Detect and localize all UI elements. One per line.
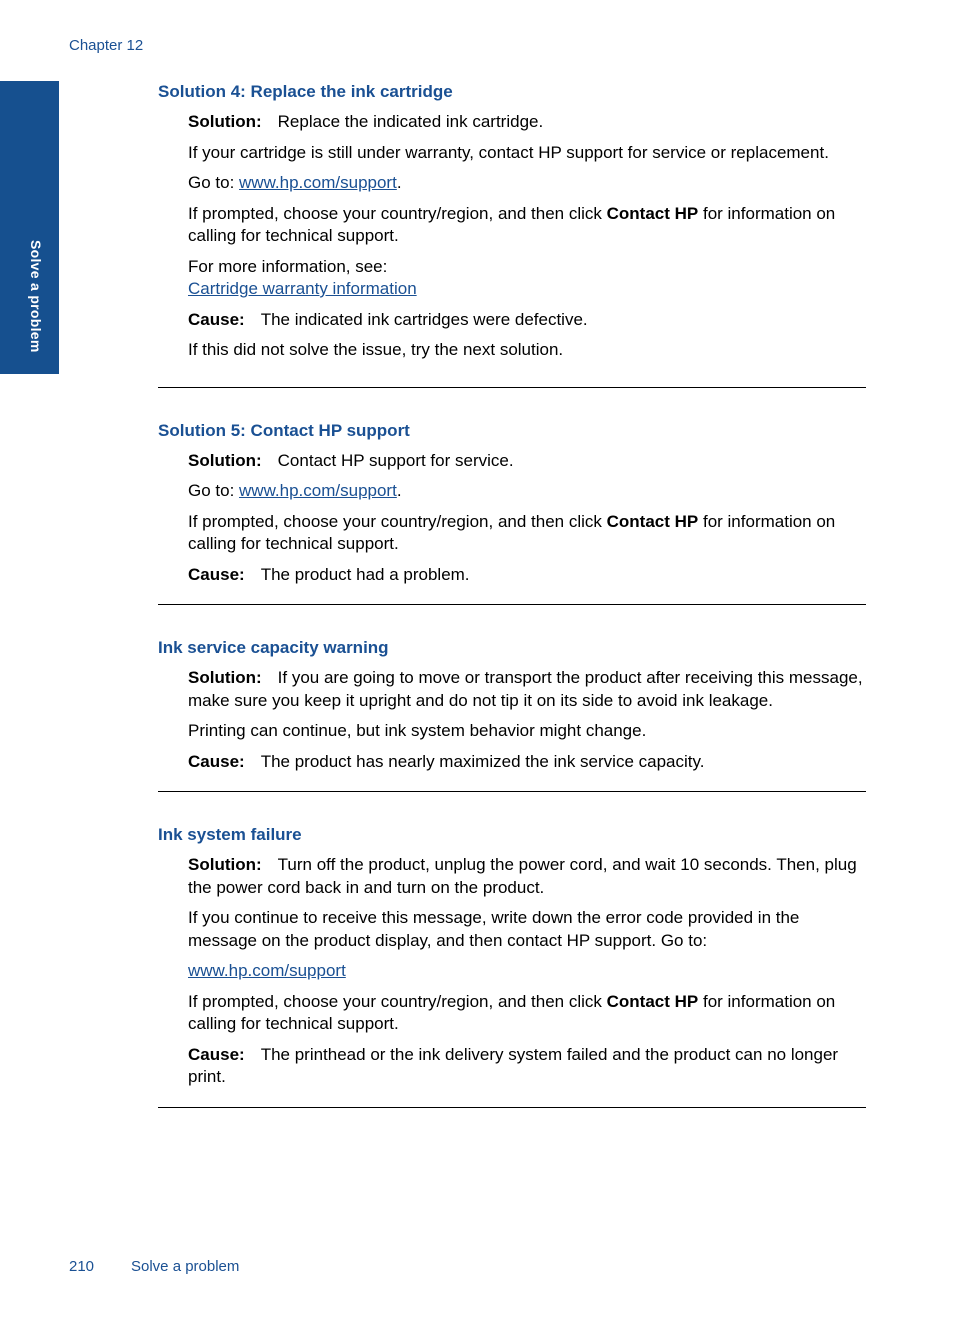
solution-paragraph: Solution: Replace the indicated ink cartr… — [188, 111, 866, 134]
contact-hp-bold: Contact HP — [606, 511, 699, 531]
prompt-prefix: If prompted, choose your country/region,… — [188, 511, 607, 531]
solution-paragraph: Solution: Turn off the product, unplug th… — [188, 854, 866, 899]
prompt-prefix: If prompted, choose your country/region,… — [188, 991, 607, 1011]
solution-label: Solution: — [188, 112, 262, 131]
divider — [158, 791, 866, 792]
cause-label: Cause: — [188, 564, 245, 584]
cause-paragraph: Cause: The product had a problem. — [188, 564, 866, 587]
cause-paragraph: Cause: The product has nearly maximized t… — [188, 751, 866, 774]
solution-label: Solution: — [188, 450, 262, 470]
contact-hp-bold: Contact HP — [606, 991, 699, 1011]
cause-paragraph: Cause: The indicated ink cartridges were … — [188, 309, 866, 332]
solution-label: Solution: — [188, 668, 262, 687]
page-number: 210 — [69, 1258, 95, 1275]
more-info-text: For more information, see: — [188, 256, 388, 276]
cause-text: The indicated ink cartridges were defect… — [260, 309, 588, 329]
cause-label: Cause: — [188, 309, 245, 329]
error-code-paragraph: If you continue to receive this message,… — [188, 908, 800, 950]
goto-paragraph: Go to: www.hp.com/support. — [188, 172, 866, 195]
footer-title: Solve a problem — [131, 1258, 240, 1275]
prompt-paragraph: If prompted, choose your country/region,… — [188, 511, 866, 556]
section-title: Solution 4: Replace the ink cartridge — [158, 82, 453, 101]
goto-prefix: Go to: — [188, 173, 240, 192]
section-title: Ink system failure — [158, 825, 302, 844]
side-tab-label: Solve a problem — [28, 240, 44, 353]
cause-label: Cause: — [188, 751, 245, 771]
warranty-paragraph: If your cartridge is still under warrant… — [188, 142, 829, 162]
prompt-paragraph: If prompted, choose your country/region,… — [188, 991, 866, 1036]
goto-suffix: . — [396, 481, 402, 500]
divider — [158, 1106, 866, 1108]
cause-text: The product has nearly maximized the ink… — [260, 751, 705, 771]
goto-suffix: . — [396, 173, 402, 192]
goto-paragraph: Go to: www.hp.com/support. — [188, 480, 866, 503]
next-solution-text: If this did not solve the issue, try the… — [188, 340, 564, 359]
printing-continue-text: Printing can continue, but ink system be… — [188, 721, 647, 740]
cause-text: The product had a problem. — [260, 564, 470, 584]
cause-text: The printhead or the ink delivery system… — [188, 1044, 839, 1087]
hp-support-link[interactable]: www.hp.com/support — [239, 173, 397, 192]
cause-label: Cause: — [188, 1044, 245, 1064]
solution-label: Solution: — [188, 855, 262, 874]
section-title: Ink service capacity warning — [158, 638, 389, 657]
prompt-paragraph: If prompted, choose your country/region,… — [188, 203, 866, 248]
solution-paragraph: Solution: If you are going to move or tra… — [188, 667, 866, 712]
section-ink-system-failure: Ink system failure Solution: Turn off the… — [158, 824, 866, 1089]
divider — [158, 604, 866, 605]
goto-prefix: Go to: — [188, 481, 240, 500]
cause-paragraph: Cause: The printhead or the ink delivery … — [188, 1044, 866, 1089]
divider — [158, 386, 866, 388]
section-solution-4: Solution 4: Replace the ink cartridge So… — [158, 81, 866, 362]
hp-support-link[interactable]: www.hp.com/support — [188, 961, 346, 980]
solution-paragraph: Solution: Contact HP support for service. — [188, 450, 866, 473]
chapter-header: Chapter 12 — [69, 37, 144, 54]
cartridge-warranty-link[interactable]: Cartridge warranty information — [188, 279, 417, 298]
section-ink-service-capacity: Ink service capacity warning Solution: If… — [158, 637, 866, 773]
solution-text: If you are going to move or transport th… — [188, 668, 863, 710]
solution-text: Turn off the product, unplug the power c… — [188, 855, 857, 897]
hp-support-link[interactable]: www.hp.com/support — [239, 481, 397, 500]
solution-text: Replace the indicated ink cartridge. — [277, 112, 544, 131]
contact-hp-bold: Contact HP — [606, 203, 699, 223]
section-solution-5: Solution 5: Contact HP support Solution:… — [158, 420, 866, 587]
prompt-prefix: If prompted, choose your country/region,… — [188, 203, 607, 223]
solution-text: Contact HP support for service. — [277, 450, 514, 470]
section-title: Solution 5: Contact HP support — [158, 420, 410, 440]
page-content: Solution 4: Replace the ink cartridge So… — [158, 81, 866, 1108]
